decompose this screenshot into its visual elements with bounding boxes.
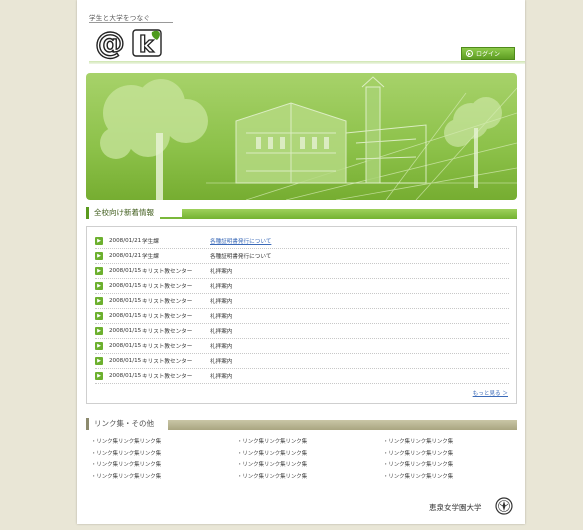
link-item[interactable]: ・リンク集リンク集リンク集 xyxy=(91,460,237,468)
news-section-bar xyxy=(182,209,517,219)
news-department: キリスト教センター xyxy=(142,359,193,365)
news-title: 礼拝案内 xyxy=(210,374,233,380)
news-row[interactable]: ▶ 2008/01/15 キリスト教センター 礼拝案内 xyxy=(95,309,509,324)
arrow-right-icon: ▶ xyxy=(95,372,103,380)
news-department: キリスト教センター xyxy=(142,314,193,320)
links-grid: ・リンク集リンク集リンク集 ・リンク集リンク集リンク集 ・リンク集リンク集リンク集・… xyxy=(91,437,511,480)
links-section-header: リンク集・その他 xyxy=(86,418,517,430)
news-row[interactable]: ▶ 2008/01/15 キリスト教センター 礼拝案内 xyxy=(95,324,509,339)
site-header: 学生と大学をつなぐ @ k ▶ ログイン xyxy=(77,0,525,64)
news-list: ▶ 2008/01/21 学生課 各種証明書発行について ▶ 2008/01/21 学生課各… xyxy=(95,234,509,384)
campus-illustration xyxy=(100,76,517,200)
news-title: 礼拝案内 xyxy=(210,344,233,350)
arrow-right-icon: ▶ xyxy=(95,327,103,335)
news-row[interactable]: ▶ 2008/01/21 学生課 各種証明書発行について xyxy=(95,249,509,264)
link-item[interactable]: ・リンク集リンク集リンク集 xyxy=(91,449,237,457)
news-title: 各種証明書発行について xyxy=(210,254,272,260)
link-item[interactable]: ・リンク集リンク集リンク集 xyxy=(237,472,383,480)
news-date: 2008/01/15 xyxy=(109,268,142,274)
circle-arrow-icon: ▶ xyxy=(466,50,473,57)
arrow-right-icon: ▶ xyxy=(95,267,103,275)
link-item[interactable]: ・リンク集リンク集リンク集 xyxy=(383,460,511,468)
news-department: キリスト教センター xyxy=(142,269,193,275)
news-row[interactable]: ▶ 2008/01/15 キリスト教センター 礼拝案内 xyxy=(95,369,509,384)
arrow-right-icon: ▶ xyxy=(95,297,103,305)
news-section-header: 全校向け新着情報 xyxy=(86,207,517,219)
hero-banner xyxy=(86,73,517,200)
news-department: キリスト教センター xyxy=(142,344,193,350)
link-item[interactable]: ・リンク集リンク集リンク集 xyxy=(91,472,237,480)
news-date: 2008/01/21 xyxy=(109,238,142,244)
news-row[interactable]: ▶ 2008/01/15 キリスト教センター 礼拝案内 xyxy=(95,264,509,279)
link-item[interactable]: ・リンク集リンク集リンク集 xyxy=(237,437,383,445)
news-row[interactable]: ▶ 2008/01/15 キリスト教センター 礼拝案内 xyxy=(95,339,509,354)
news-department: キリスト教センター xyxy=(142,329,193,335)
news-department: キリスト教センター xyxy=(142,374,193,380)
arrow-right-icon: ▶ xyxy=(95,357,103,365)
svg-text:k: k xyxy=(139,33,155,58)
news-date: 2008/01/15 xyxy=(109,358,142,364)
news-title[interactable]: 各種証明書発行について xyxy=(210,237,271,245)
news-title: 礼拝案内 xyxy=(210,269,233,275)
login-label: ログイン xyxy=(476,51,501,58)
news-title: 礼拝案内 xyxy=(210,299,233,305)
arrow-right-icon: ▶ xyxy=(95,237,103,245)
link-item[interactable]: ・リンク集リンク集リンク集 xyxy=(383,472,511,480)
news-department: 学生課 xyxy=(142,254,159,260)
university-name: 恵泉女学園大学 xyxy=(429,503,482,512)
link-item[interactable]: ・リンク集リンク集リンク集 xyxy=(383,437,511,445)
news-row[interactable]: ▶ 2008/01/15 キリスト教センター 礼拝案内 xyxy=(95,279,509,294)
login-button[interactable]: ▶ ログイン xyxy=(461,47,515,60)
link-item[interactable]: ・リンク集リンク集リンク集 xyxy=(237,460,383,468)
university-seal-icon[interactable] xyxy=(495,497,513,519)
news-date: 2008/01/15 xyxy=(109,283,142,289)
news-department: キリスト教センター xyxy=(142,299,193,305)
news-row[interactable]: ▶ 2008/01/21 学生課 各種証明書発行について xyxy=(95,234,509,249)
news-title: 礼拝案内 xyxy=(210,284,233,290)
news-date: 2008/01/15 xyxy=(109,373,142,379)
news-date: 2008/01/21 xyxy=(109,253,142,259)
more-link[interactable]: もっと見る ＞ xyxy=(473,389,508,397)
news-date: 2008/01/15 xyxy=(109,313,142,319)
news-section-title: 全校向け新着情報 xyxy=(86,207,160,219)
arrow-right-icon: ▶ xyxy=(95,342,103,350)
news-date: 2008/01/15 xyxy=(109,328,142,334)
arrow-right-icon: ▶ xyxy=(95,282,103,290)
news-panel: ▶ 2008/01/21 学生課 各種証明書発行について ▶ 2008/01/21 学生課各… xyxy=(86,226,517,404)
news-title: 礼拝案内 xyxy=(210,314,233,320)
news-department: キリスト教センター xyxy=(142,284,193,290)
svg-text:@: @ xyxy=(95,26,125,60)
page-container: 学生と大学をつなぐ @ k ▶ ログイン 全校向け新着情報 ▶ 2008/01/… xyxy=(77,0,525,524)
arrow-right-icon: ▶ xyxy=(95,312,103,320)
link-item[interactable]: ・リンク集リンク集リンク集 xyxy=(91,437,237,445)
news-date: 2008/01/15 xyxy=(109,298,142,304)
links-section-bar xyxy=(168,420,517,430)
arrow-right-icon: ▶ xyxy=(95,252,103,260)
link-item[interactable]: ・リンク集リンク集リンク集 xyxy=(237,449,383,457)
link-item[interactable]: ・リンク集リンク集リンク集 xyxy=(383,449,511,457)
site-logo[interactable]: @ k xyxy=(89,20,179,62)
news-row[interactable]: ▶ 2008/01/15 キリスト教センター 礼拝案内 xyxy=(95,354,509,369)
news-title: 礼拝案内 xyxy=(210,329,233,335)
news-row[interactable]: ▶ 2008/01/15 キリスト教センター 礼拝案内 xyxy=(95,294,509,309)
news-department: 学生課 xyxy=(142,239,159,245)
header-divider xyxy=(89,61,525,64)
news-date: 2008/01/15 xyxy=(109,343,142,349)
news-title: 礼拝案内 xyxy=(210,359,233,365)
links-section-title: リンク集・その他 xyxy=(86,418,160,430)
